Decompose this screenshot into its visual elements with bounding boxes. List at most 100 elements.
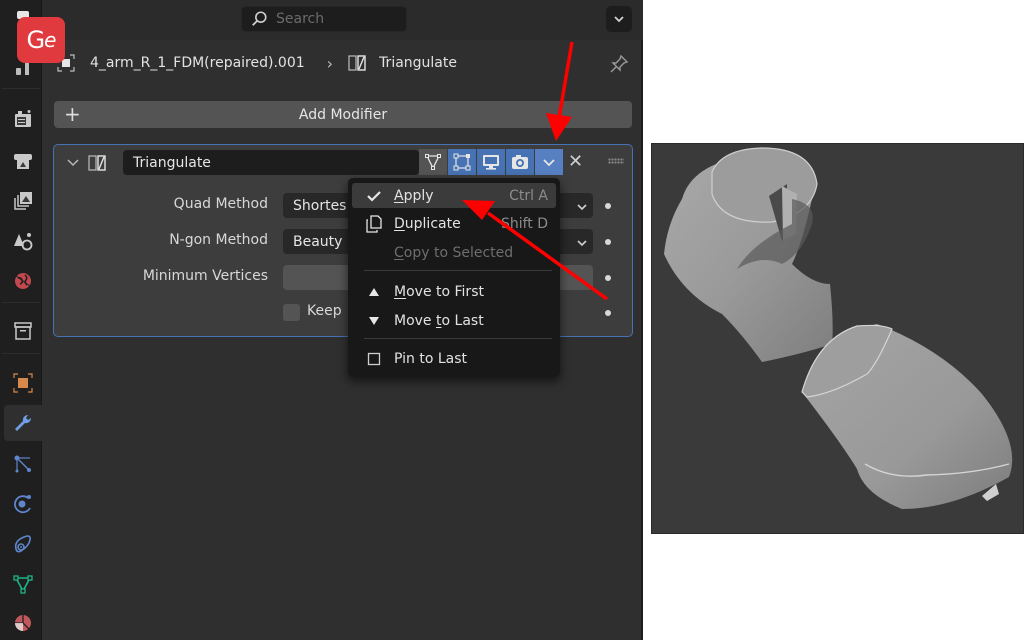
menu-separator bbox=[364, 338, 552, 339]
plus-icon: + bbox=[64, 102, 81, 126]
blender-properties-editor: Search 4_arm_R_1_FDM(repaired).001 › Tri… bbox=[0, 0, 643, 640]
output-icon bbox=[14, 154, 32, 169]
quad-method-label: Quad Method bbox=[173, 196, 268, 212]
add-modifier-label: Add Modifier bbox=[298, 106, 388, 123]
tab-view-layer[interactable] bbox=[4, 183, 42, 219]
keyframe-dot-icon[interactable] bbox=[605, 275, 611, 281]
screenshot: Search 4_arm_R_1_FDM(repaired).001 › Tri… bbox=[0, 0, 1024, 640]
collapse-chevron-icon[interactable] bbox=[66, 156, 80, 170]
tab-scene[interactable] bbox=[4, 223, 42, 259]
view-layer-icon bbox=[14, 192, 32, 210]
keyframe-dot-icon[interactable] bbox=[605, 203, 611, 209]
keep-custom-normals-label: Keep bbox=[307, 303, 342, 319]
chevron-down-icon bbox=[577, 240, 587, 247]
keyframe-dot-icon[interactable] bbox=[605, 239, 611, 245]
triangle-up-icon bbox=[369, 287, 379, 296]
breadcrumb-modifier-name: Triangulate bbox=[379, 55, 457, 71]
ngon-method-label: N-gon Method bbox=[169, 232, 268, 248]
menu-item-label: Copy to Selected bbox=[394, 244, 514, 261]
search-input[interactable]: Search bbox=[241, 6, 407, 32]
particles-icon bbox=[14, 455, 31, 473]
drag-handle-icon[interactable] bbox=[608, 158, 624, 164]
menu-item-label: Move to First bbox=[394, 283, 484, 300]
triangulate-modifier-icon bbox=[88, 155, 106, 171]
triangle-down-icon bbox=[369, 316, 379, 325]
menu-item-move-to-last[interactable]: Move to Last bbox=[352, 308, 556, 333]
menu-item-apply[interactable]: Apply Ctrl A bbox=[352, 183, 556, 208]
sidebar-separator bbox=[2, 88, 40, 89]
menu-item-label: Pin to Last bbox=[394, 350, 468, 367]
search-icon bbox=[252, 11, 267, 26]
pin-icon[interactable] bbox=[608, 53, 630, 75]
collection-icon bbox=[14, 322, 32, 340]
options-dropdown-button[interactable] bbox=[606, 6, 632, 32]
menu-item-pin-to-last[interactable]: Pin to Last bbox=[352, 346, 556, 371]
edit-mode-icon bbox=[425, 154, 441, 170]
physics-icon bbox=[14, 495, 31, 514]
remove-modifier-icon[interactable]: ✕ bbox=[568, 151, 583, 172]
render-icon bbox=[15, 110, 31, 127]
keyframe-dot-icon[interactable] bbox=[605, 310, 611, 316]
modifier-name-value: Triangulate bbox=[133, 154, 211, 171]
search-placeholder: Search bbox=[276, 11, 325, 27]
modifier-context-menu: Apply Ctrl A Duplicate Shift D Copy to S… bbox=[348, 178, 560, 377]
on-cage-toggle[interactable] bbox=[448, 149, 476, 175]
brand-logo: Ge bbox=[17, 17, 65, 63]
world-icon bbox=[14, 273, 32, 289]
chevron-down-icon bbox=[543, 159, 555, 167]
tab-constraints[interactable] bbox=[4, 526, 42, 562]
render-toggle[interactable] bbox=[506, 149, 534, 175]
tab-physics[interactable] bbox=[4, 486, 42, 522]
minimum-vertices-label: Minimum Vertices bbox=[142, 268, 268, 284]
keep-custom-normals-checkbox[interactable] bbox=[283, 304, 300, 321]
tab-mesh-data[interactable] bbox=[4, 566, 42, 602]
menu-item-copy-to-selected: Copy to Selected bbox=[352, 240, 556, 265]
arm-model-illustration bbox=[664, 147, 1013, 509]
ngon-method-value: Beauty bbox=[293, 233, 343, 250]
scene-icon bbox=[14, 233, 33, 251]
tab-collection[interactable] bbox=[4, 313, 42, 349]
checkbox-icon bbox=[367, 352, 381, 365]
rendered-model-preview bbox=[651, 143, 1024, 534]
chevron-down-icon bbox=[614, 16, 624, 23]
tab-particles[interactable] bbox=[4, 446, 42, 482]
upper-arm-part bbox=[664, 147, 833, 362]
properties-tab-sidebar bbox=[0, 0, 42, 640]
menu-separator bbox=[364, 270, 552, 271]
lower-arm-part bbox=[801, 324, 1013, 509]
tab-modifiers[interactable] bbox=[4, 405, 42, 441]
tab-output[interactable] bbox=[4, 143, 42, 179]
menu-item-label: Move to Last bbox=[394, 312, 484, 329]
tab-render[interactable] bbox=[4, 101, 42, 137]
material-icon bbox=[15, 615, 31, 631]
quad-method-value: Shortes bbox=[293, 197, 347, 214]
menu-item-move-to-first[interactable]: Move to First bbox=[352, 279, 556, 304]
viewport-display-toggle[interactable] bbox=[477, 149, 505, 175]
tab-material[interactable] bbox=[4, 605, 42, 640]
menu-item-label: Apply bbox=[394, 187, 434, 204]
camera-icon bbox=[512, 155, 528, 169]
object-icon bbox=[13, 373, 33, 393]
tab-object[interactable] bbox=[4, 365, 42, 401]
wrench-icon bbox=[15, 414, 32, 431]
duplicate-icon bbox=[366, 214, 382, 233]
constraints-icon bbox=[14, 535, 31, 553]
tab-world[interactable] bbox=[4, 263, 42, 299]
breadcrumb-object-name: 4_arm_R_1_FDM(repaired).001 bbox=[90, 55, 305, 71]
menu-item-label: Duplicate bbox=[394, 215, 461, 232]
sidebar-separator bbox=[2, 353, 40, 354]
edit-mode-toggle[interactable] bbox=[419, 149, 447, 175]
shortcut-label: Ctrl A bbox=[509, 187, 548, 204]
modifier-name-field[interactable]: Triangulate bbox=[123, 150, 419, 175]
breadcrumb-chevron-icon: › bbox=[326, 53, 334, 73]
shortcut-label: Shift D bbox=[500, 215, 548, 232]
menu-item-duplicate[interactable]: Duplicate Shift D bbox=[352, 211, 556, 236]
chevron-down-icon bbox=[577, 204, 587, 211]
mesh-data-icon bbox=[13, 575, 33, 594]
add-modifier-button[interactable]: + Add Modifier bbox=[54, 101, 632, 128]
breadcrumb: 4_arm_R_1_FDM(repaired).001 › Triangulat… bbox=[56, 50, 457, 76]
triangulate-modifier-icon bbox=[348, 55, 366, 71]
modifier-extras-dropdown[interactable] bbox=[535, 149, 563, 175]
on-cage-icon bbox=[453, 153, 471, 171]
checkmark-icon bbox=[367, 190, 381, 202]
